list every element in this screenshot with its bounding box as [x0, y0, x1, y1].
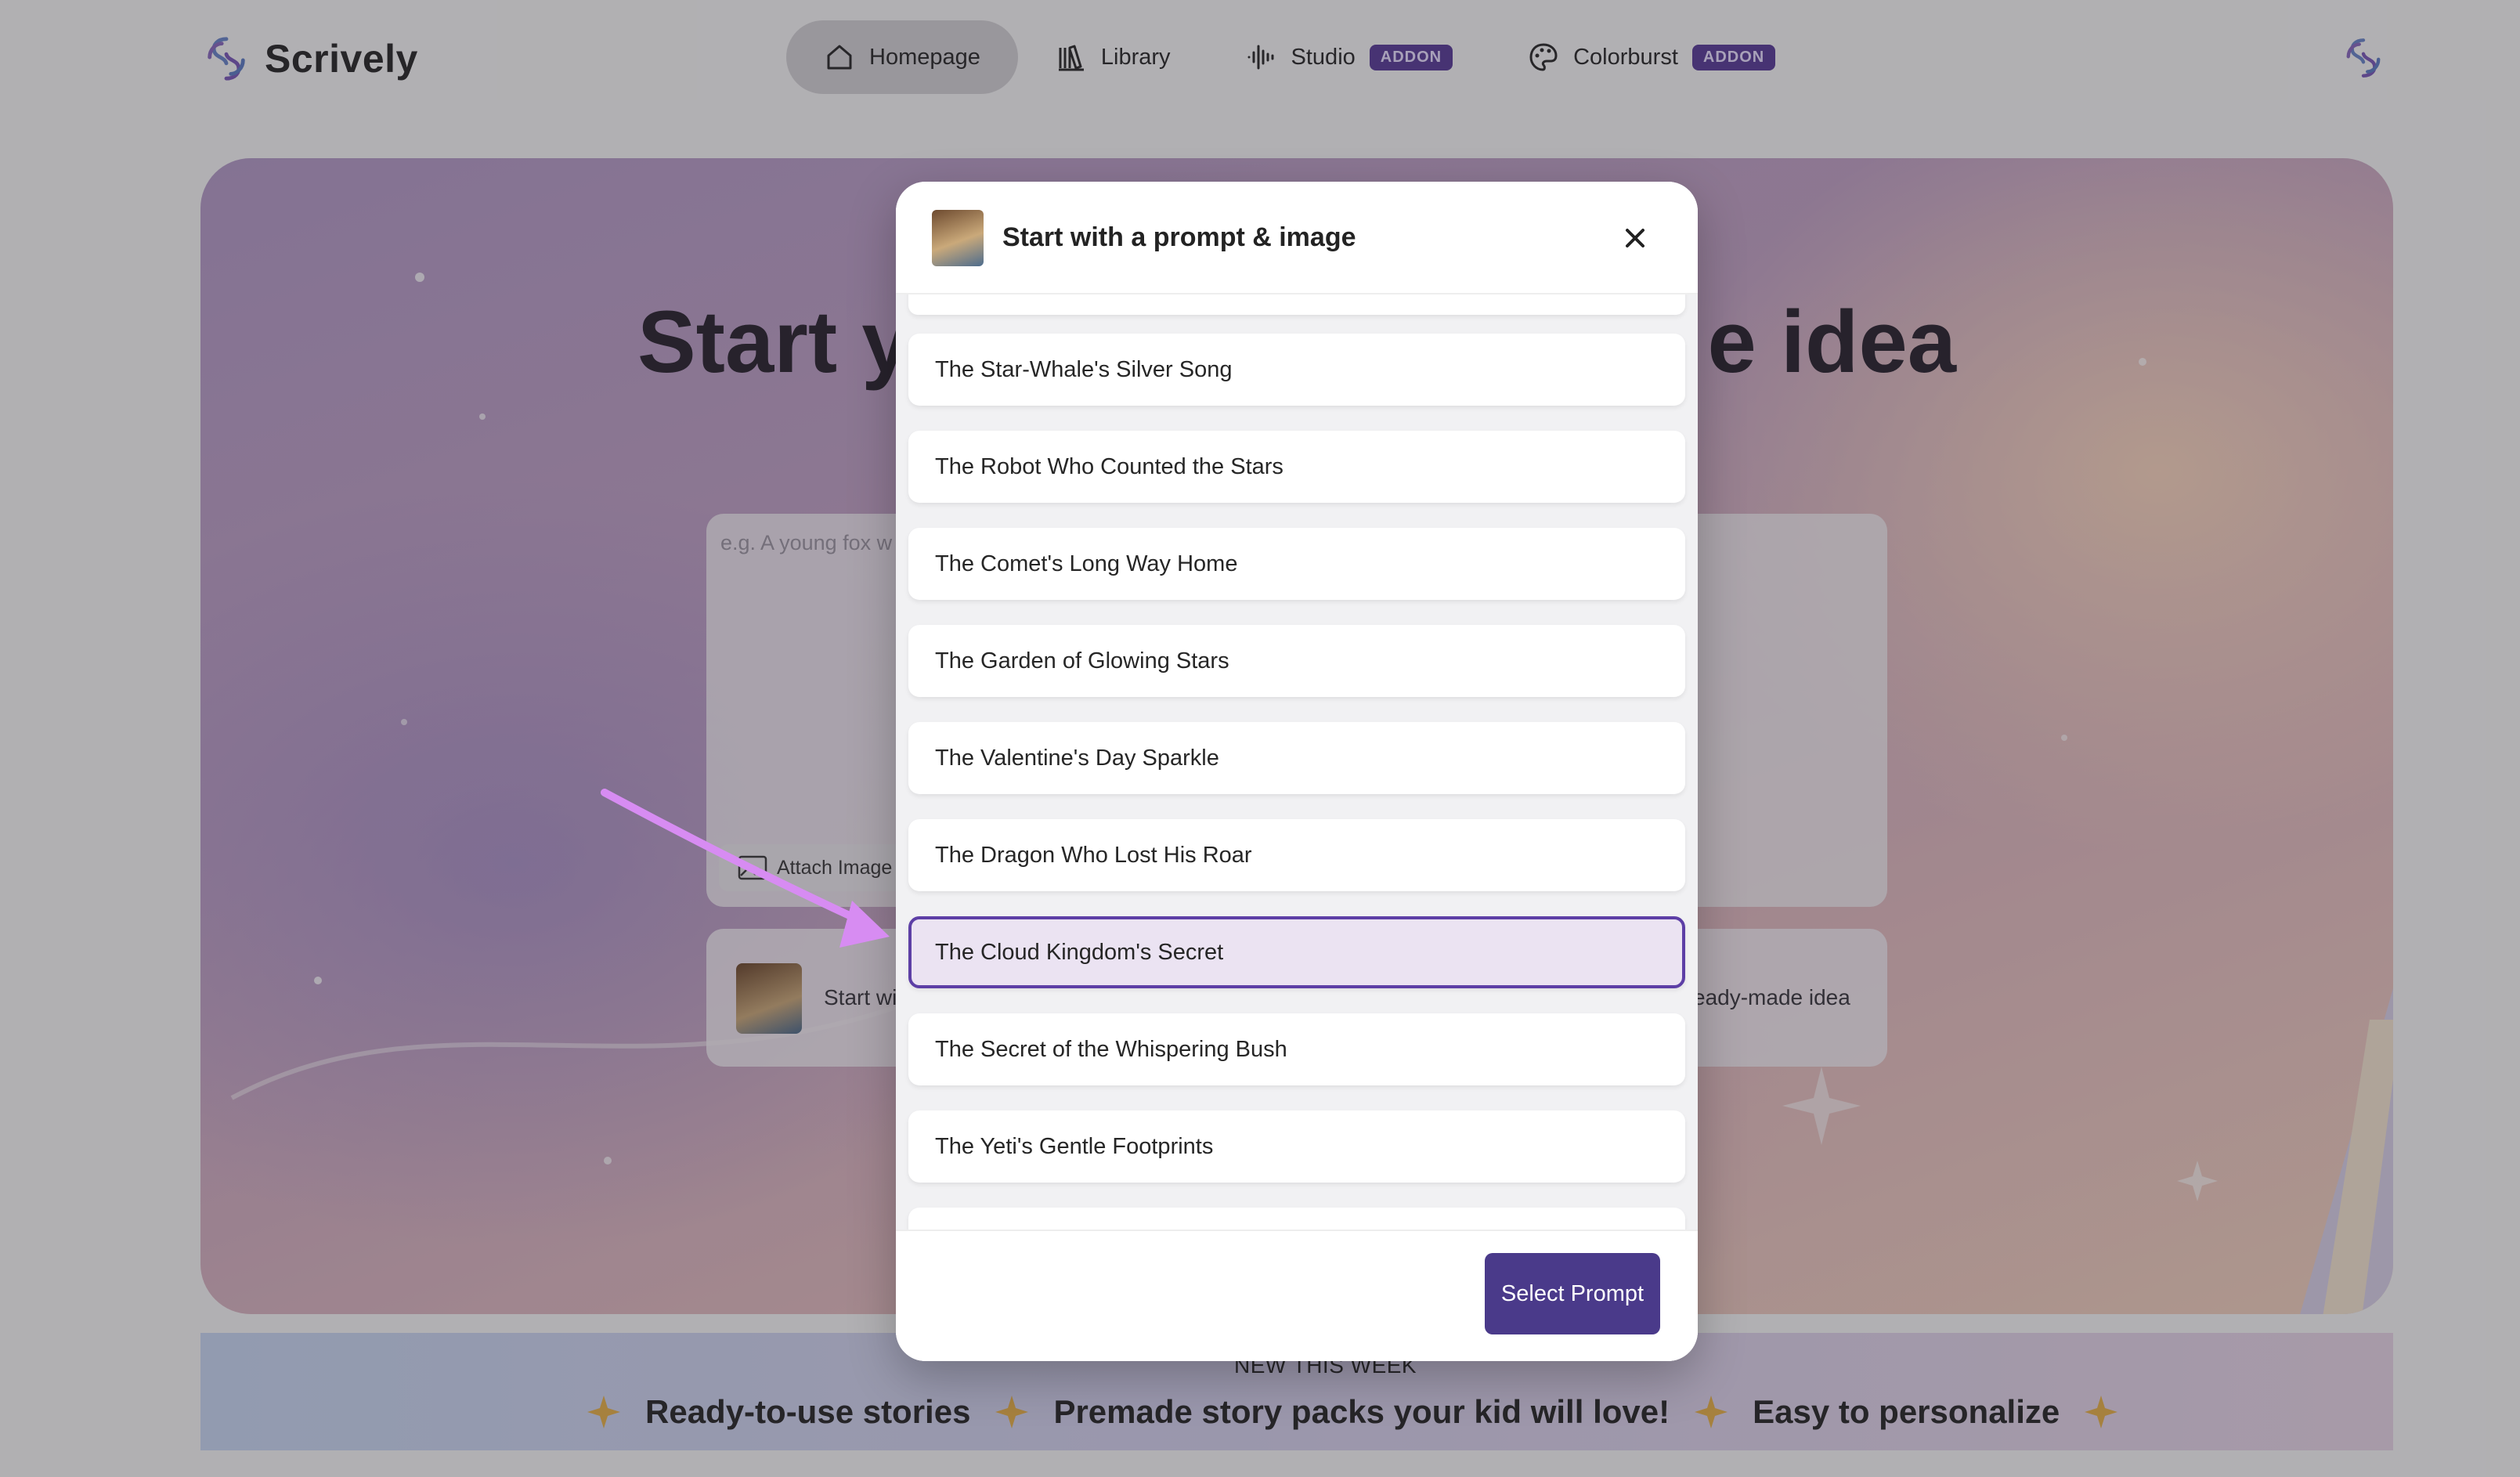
prompt-option[interactable]: The Robot Who Counted the Stars	[908, 431, 1685, 503]
prompt-option[interactable]: The Secret of the Whispering Bush	[908, 1013, 1685, 1085]
prompt-picker-modal: The Star-Whale's Silver Song The Robot W…	[896, 182, 1698, 1361]
select-prompt-button[interactable]: Select Prompt	[1485, 1253, 1660, 1334]
modal-footer: Select Prompt	[896, 1230, 1698, 1361]
prompt-option[interactable]: The Yeti's Gentle Footprints	[908, 1110, 1685, 1183]
prompt-option[interactable]: The Garden of Glowing Stars	[908, 625, 1685, 697]
list-item-partial[interactable]	[908, 294, 1685, 315]
close-icon[interactable]	[1619, 222, 1651, 254]
modal-title: Start with a prompt & image	[1002, 222, 1356, 252]
prompt-list[interactable]: The Star-Whale's Silver Song The Robot W…	[896, 294, 1698, 1361]
modal-header: Start with a prompt & image	[896, 182, 1698, 294]
prompt-option-selected[interactable]: The Cloud Kingdom's Secret	[908, 916, 1685, 988]
prompt-option[interactable]: The Dragon Who Lost His Roar	[908, 819, 1685, 891]
prompt-option[interactable]: The Star-Whale's Silver Song	[908, 334, 1685, 406]
book-cover-thumbnail	[932, 210, 984, 266]
prompt-option[interactable]: The Comet's Long Way Home	[908, 528, 1685, 600]
prompt-option[interactable]: The Valentine's Day Sparkle	[908, 722, 1685, 794]
